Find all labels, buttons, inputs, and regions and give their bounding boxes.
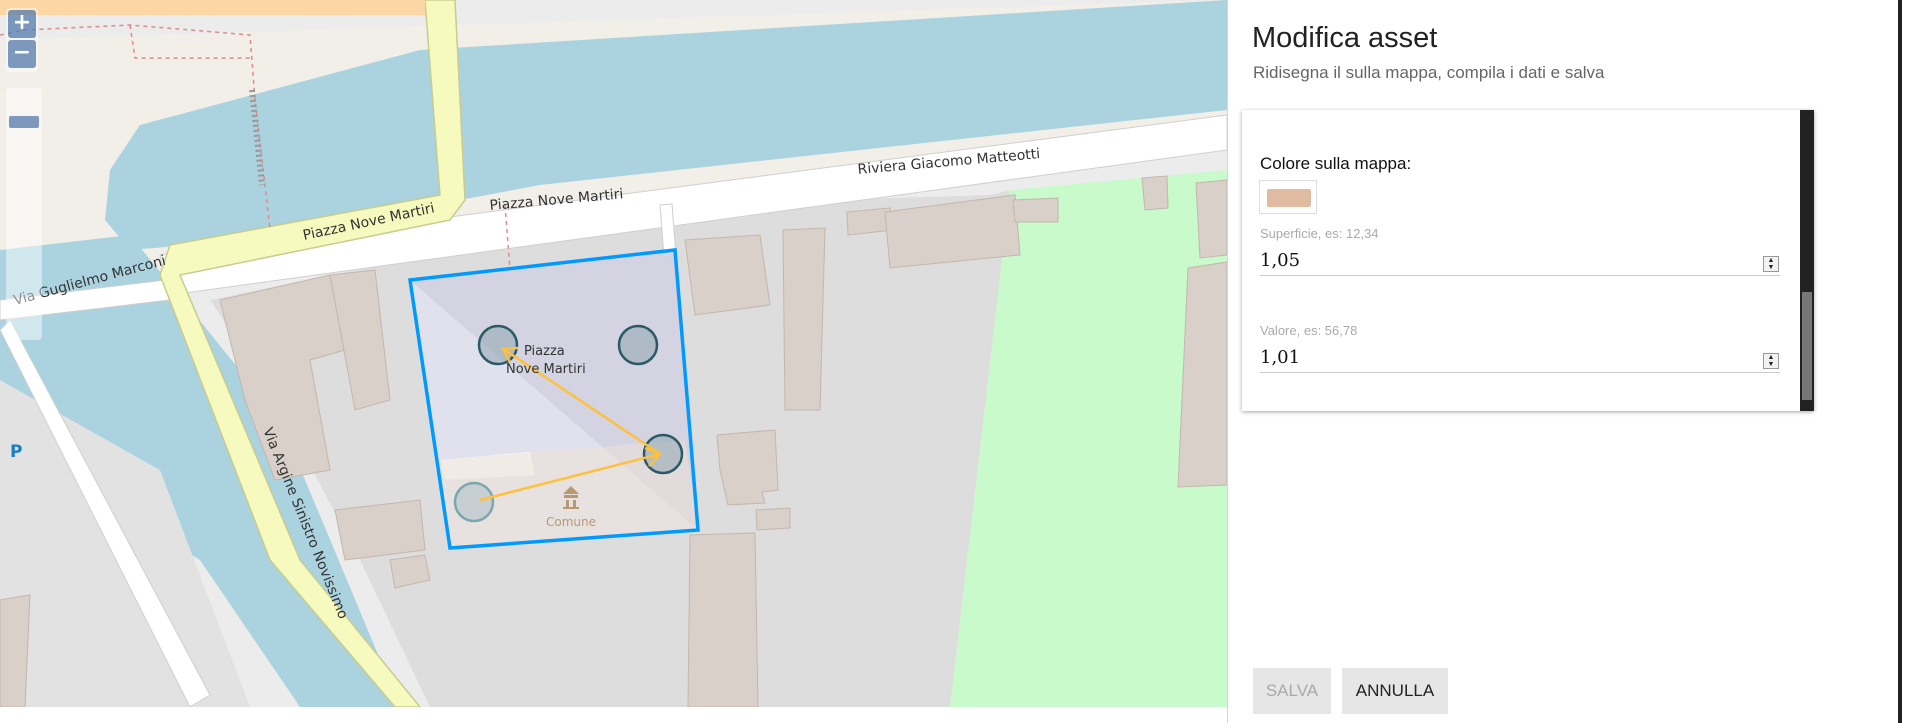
zoom-in-button[interactable]: +: [8, 10, 36, 38]
vertex-handle[interactable]: [617, 324, 659, 366]
map-view[interactable]: Piazza Nove Martiri Piazza Nove Martiri …: [0, 0, 1227, 707]
superficie-label: Superficie, es: 12,34: [1260, 226, 1379, 241]
color-swatch[interactable]: [1267, 189, 1311, 207]
valore-input[interactable]: [1260, 343, 1780, 373]
label-parking: P: [10, 442, 22, 462]
label-piazza-line1: Piazza: [524, 344, 565, 359]
vertex-handle[interactable]: [642, 433, 684, 475]
save-button[interactable]: SALVA: [1253, 668, 1331, 714]
valore-spinner[interactable]: ▲ ▼: [1763, 353, 1779, 369]
vertex-handle[interactable]: [477, 324, 519, 366]
superficie-input[interactable]: [1260, 246, 1780, 276]
zoom-slider[interactable]: [6, 88, 42, 340]
zoom-out-button[interactable]: −: [8, 40, 36, 68]
map-canvas[interactable]: Piazza Nove Martiri Piazza Nove Martiri …: [0, 0, 1227, 707]
card-scrollbar[interactable]: [1800, 110, 1814, 411]
label-comune: Comune: [546, 515, 596, 529]
zoom-slider-thumb[interactable]: [9, 116, 39, 128]
panel-subtitle: Ridisegna il sulla mappa, compila i dati…: [1253, 63, 1605, 82]
color-label: Colore sulla mappa:: [1260, 154, 1412, 173]
edit-panel: Modifica asset Ridisegna il sulla mappa,…: [1227, 0, 1909, 723]
app-root: Piazza Nove Martiri Piazza Nove Martiri …: [0, 0, 1909, 723]
card-scrollbar-thumb[interactable]: [1802, 292, 1812, 400]
cancel-button[interactable]: ANNULLA: [1342, 668, 1448, 714]
color-picker[interactable]: [1259, 180, 1317, 214]
zoom-control: + −: [6, 8, 38, 72]
window-edge: [1898, 0, 1902, 723]
vertex-handle[interactable]: [453, 481, 495, 523]
valore-label: Valore, es: 56,78: [1260, 323, 1358, 338]
label-piazza-line2: Nove Martiri: [506, 362, 586, 377]
superficie-spinner[interactable]: ▲ ▼: [1763, 256, 1779, 272]
asset-form-card: Colore sulla mappa: Superficie, es: 12,3…: [1242, 110, 1814, 411]
panel-title: Modifica asset: [1252, 22, 1438, 54]
road-top-orange: [0, 0, 425, 15]
